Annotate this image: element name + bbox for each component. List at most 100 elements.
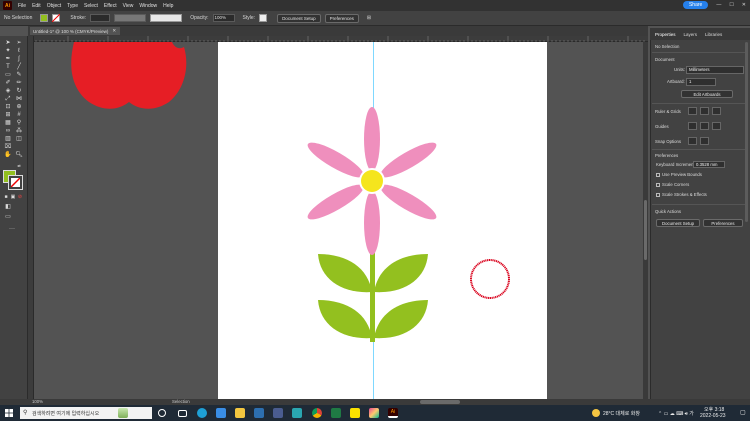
horizontal-scroll-thumb[interactable]: [420, 400, 460, 404]
tab-libraries[interactable]: Libraries: [705, 32, 722, 37]
document-tab[interactable]: Untitled-1* @ 100 % (CMYK/Preview) ✕: [30, 27, 120, 35]
show-guides-icon[interactable]: [688, 122, 697, 130]
mesh-tool-icon[interactable]: #: [15, 112, 23, 119]
preferences-button[interactable]: Preferences: [324, 13, 359, 23]
tray-icons[interactable]: ⌃ ▭ ☁ ⌨ 🔊︎ 가: [658, 410, 694, 417]
rulers-icon[interactable]: [688, 107, 697, 115]
leaf-upper-left[interactable]: [318, 254, 372, 293]
zoom-level[interactable]: 100%: [32, 399, 43, 404]
panel-document-setup-button[interactable]: Document Setup: [656, 219, 700, 227]
flower-center[interactable]: [361, 170, 383, 192]
document-setup-button[interactable]: Document Setup: [277, 13, 321, 23]
taskbar-search-input[interactable]: ⚲ 검색하려면 여기에 입력하십시오: [20, 407, 152, 419]
petal-bottom[interactable]: [364, 191, 380, 255]
petal-upper-right[interactable]: [377, 137, 440, 183]
artboard-dropdown[interactable]: 1: [686, 78, 716, 86]
opacity-field[interactable]: 100%: [212, 14, 235, 22]
share-button[interactable]: Share: [682, 1, 709, 9]
column-graph-tool-icon[interactable]: ▥: [4, 136, 12, 143]
gradient-tool-icon[interactable]: ▦: [4, 120, 12, 127]
leaf-lower-right[interactable]: [374, 300, 428, 339]
lasso-tool-icon[interactable]: ℓ: [15, 48, 23, 55]
hand-tool-icon[interactable]: ✋: [4, 152, 12, 159]
style-swatch[interactable]: [259, 14, 268, 22]
stroke-weight-field[interactable]: [90, 14, 111, 22]
grid-icon[interactable]: [700, 107, 709, 115]
screen-mode-icon[interactable]: ▭: [4, 214, 12, 221]
red-apple-shape[interactable]: [71, 42, 187, 109]
symbol-sprayer-tool-icon[interactable]: ⁂: [15, 128, 23, 135]
pen-tool-icon[interactable]: ✒: [4, 56, 12, 63]
line-tool-icon[interactable]: ╱: [15, 64, 23, 71]
app-people-icon[interactable]: [273, 408, 283, 418]
scale-tool-icon[interactable]: ⤢: [4, 96, 12, 103]
blend-tool-icon[interactable]: ∞: [4, 128, 12, 135]
menu-type[interactable]: Type: [67, 3, 78, 9]
rectangle-tool-icon[interactable]: ▭: [4, 72, 12, 79]
close-icon[interactable]: ✕: [742, 2, 746, 8]
arrange-icon[interactable]: ⊞: [367, 15, 371, 21]
weather-text[interactable]: 28°C 대체로 화창: [603, 410, 640, 417]
zoom-tool-icon[interactable]: 🔍︎: [15, 152, 23, 159]
none-mode-icon[interactable]: ⊘: [16, 194, 24, 201]
artboard-tool-icon[interactable]: ◫: [15, 136, 23, 143]
shaper-tool-icon[interactable]: ✐: [4, 80, 12, 87]
leaf-upper-right[interactable]: [374, 254, 428, 293]
app-blue-icon[interactable]: [254, 408, 264, 418]
notification-icon[interactable]: ▢: [740, 409, 746, 416]
brush-definition-field[interactable]: [150, 14, 183, 22]
petal-upper-left[interactable]: [304, 137, 367, 183]
eraser-tool-icon[interactable]: ◈: [4, 88, 12, 95]
store-icon[interactable]: [216, 408, 226, 418]
maximize-icon[interactable]: ☐: [729, 2, 733, 8]
stroke-swatch[interactable]: [52, 14, 61, 22]
edit-toolbar-icon[interactable]: ···: [8, 226, 16, 233]
snap-to-point-icon[interactable]: [688, 137, 697, 145]
snap-to-grid-icon[interactable]: [700, 137, 709, 145]
pencil-tool-icon[interactable]: ✏: [15, 80, 23, 87]
menu-help[interactable]: Help: [163, 3, 173, 9]
lock-guides-icon[interactable]: [700, 122, 709, 130]
app-colorful-icon[interactable]: [369, 408, 379, 418]
eyedropper-tool-icon[interactable]: ⚲: [15, 120, 23, 127]
width-tool-icon[interactable]: ⋈: [15, 96, 23, 103]
edit-artboards-button[interactable]: Edit Artboards: [681, 90, 733, 98]
menu-effect[interactable]: Effect: [104, 3, 117, 9]
draw-mode-icon[interactable]: ◧: [4, 204, 12, 211]
flower-stem[interactable]: [370, 247, 375, 342]
red-circle-outline[interactable]: [470, 259, 510, 299]
units-dropdown[interactable]: Millimeters: [686, 66, 744, 74]
smart-guides-icon[interactable]: [712, 122, 721, 130]
panel-preferences-button[interactable]: Preferences: [703, 219, 743, 227]
windows-start-icon[interactable]: [5, 409, 13, 417]
variable-width-field[interactable]: [114, 14, 147, 22]
tab-layers[interactable]: Layers: [684, 32, 698, 37]
clock-time[interactable]: 오후 3:18: [704, 406, 724, 413]
excel-icon[interactable]: [331, 408, 341, 418]
tab-close-icon[interactable]: ✕: [112, 28, 116, 34]
free-transform-tool-icon[interactable]: ⊡: [4, 104, 12, 111]
app-teal-icon[interactable]: [292, 408, 302, 418]
panel-scrollbar[interactable]: [745, 42, 748, 222]
shape-builder-tool-icon[interactable]: ⊕: [15, 104, 23, 111]
scale-strokes-checkbox[interactable]: [656, 193, 660, 197]
scale-corners-checkbox[interactable]: [656, 183, 660, 187]
stroke-color-swatch[interactable]: [8, 175, 23, 190]
petal-lower-right[interactable]: [377, 179, 440, 225]
pixel-grid-icon[interactable]: [712, 107, 721, 115]
illustrator-taskbar-icon[interactable]: Ai: [388, 408, 398, 418]
cortana-icon[interactable]: [158, 409, 166, 417]
task-view-icon[interactable]: [178, 410, 187, 417]
tab-properties[interactable]: Properties: [655, 32, 676, 37]
menu-select[interactable]: Select: [84, 3, 98, 9]
rotate-tool-icon[interactable]: ↻: [15, 88, 23, 95]
curvature-tool-icon[interactable]: ∫: [15, 56, 23, 63]
paintbrush-tool-icon[interactable]: ✎: [15, 72, 23, 79]
fill-swatch[interactable]: [40, 14, 49, 22]
perspective-grid-tool-icon[interactable]: ⊞: [4, 112, 12, 119]
kakaotalk-icon[interactable]: [350, 408, 360, 418]
explorer-icon[interactable]: [235, 408, 245, 418]
chrome-icon[interactable]: [312, 408, 322, 418]
petal-lower-left[interactable]: [304, 179, 367, 225]
slice-tool-icon[interactable]: ⌧: [4, 144, 12, 151]
